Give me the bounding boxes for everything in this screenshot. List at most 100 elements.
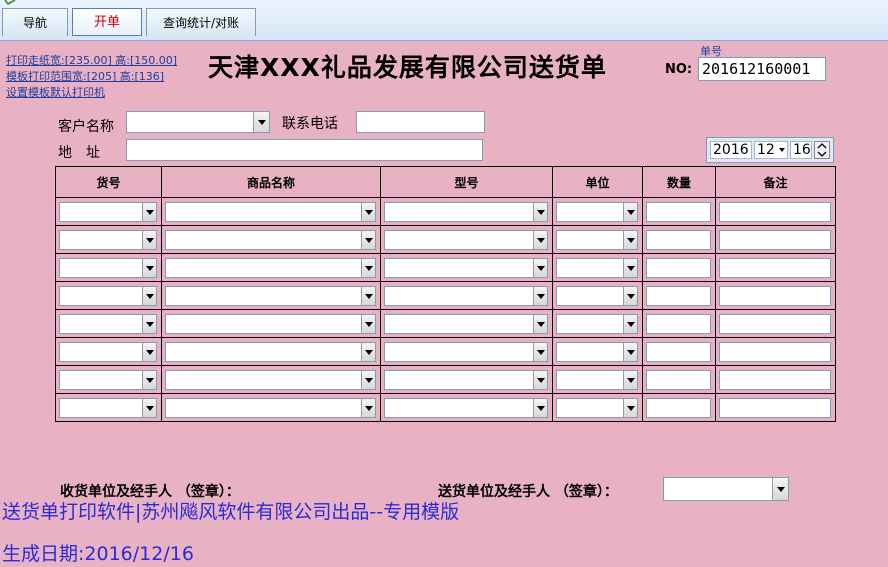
remarks-input[interactable]: [719, 342, 831, 362]
quantity-input[interactable]: [646, 370, 711, 390]
chevron-down-icon[interactable]: [623, 259, 637, 277]
chevron-down-icon[interactable]: [361, 203, 375, 221]
unit-combo[interactable]: [556, 230, 638, 250]
chevron-down-icon[interactable]: [533, 343, 547, 361]
chevron-down-icon[interactable]: [623, 399, 637, 417]
model-combo[interactable]: [384, 398, 548, 418]
remarks-input[interactable]: [719, 230, 831, 250]
chevron-down-icon[interactable]: [142, 287, 156, 305]
set-default-printer-link[interactable]: 设置模板默认打印机: [6, 84, 105, 100]
quantity-input[interactable]: [646, 286, 711, 306]
quantity-input[interactable]: [646, 230, 711, 250]
chevron-down-icon[interactable]: [361, 343, 375, 361]
tab-bar: 导航 开单 查询统计/对账: [0, 0, 888, 41]
model-combo[interactable]: [384, 314, 548, 334]
chevron-down-icon[interactable]: [361, 399, 375, 417]
chevron-down-icon[interactable]: [142, 399, 156, 417]
tab-query-statistics[interactable]: 查询统计/对账: [146, 8, 256, 36]
item-no-combo[interactable]: [59, 258, 157, 278]
item-no-combo[interactable]: [59, 314, 157, 334]
item-no-combo[interactable]: [59, 398, 157, 418]
quantity-input[interactable]: [646, 342, 711, 362]
sender-signature-combo[interactable]: [663, 477, 789, 501]
tab-navigation[interactable]: 导航: [2, 8, 68, 36]
product-name-combo[interactable]: [165, 258, 376, 278]
chevron-down-icon[interactable]: [253, 112, 269, 132]
date-month[interactable]: 12: [754, 141, 788, 159]
chevron-down-icon[interactable]: [142, 203, 156, 221]
chevron-down-icon[interactable]: [361, 315, 375, 333]
product-name-combo[interactable]: [165, 314, 376, 334]
unit-combo[interactable]: [556, 398, 638, 418]
item-no-combo[interactable]: [59, 342, 157, 362]
chevron-down-icon[interactable]: [533, 287, 547, 305]
item-no-combo[interactable]: [59, 370, 157, 390]
unit-combo[interactable]: [556, 202, 638, 222]
chevron-down-icon[interactable]: [361, 287, 375, 305]
print-paper-size-link[interactable]: 打印走纸宽:[235.00] 高:[150.00]: [6, 52, 177, 68]
chevron-down-icon[interactable]: [142, 371, 156, 389]
customer-name-combo[interactable]: [126, 111, 270, 133]
chevron-down-icon[interactable]: [623, 231, 637, 249]
model-combo[interactable]: [384, 258, 548, 278]
chevron-down-icon[interactable]: [533, 371, 547, 389]
chevron-down-icon[interactable]: [623, 343, 637, 361]
model-combo[interactable]: [384, 202, 548, 222]
chevron-down-icon[interactable]: [533, 315, 547, 333]
remarks-input[interactable]: [719, 202, 831, 222]
product-name-combo[interactable]: [165, 286, 376, 306]
item-no-combo[interactable]: [59, 202, 157, 222]
chevron-down-icon[interactable]: [772, 478, 788, 500]
chevron-down-icon[interactable]: [142, 315, 156, 333]
chevron-down-icon[interactable]: [142, 259, 156, 277]
quantity-input[interactable]: [646, 258, 711, 278]
model-combo[interactable]: [384, 230, 548, 250]
item-no-combo[interactable]: [59, 230, 157, 250]
chevron-down-icon[interactable]: [361, 371, 375, 389]
chevron-down-icon[interactable]: [623, 371, 637, 389]
date-day[interactable]: 16: [790, 141, 812, 159]
model-combo[interactable]: [384, 342, 548, 362]
model-combo[interactable]: [384, 286, 548, 306]
phone-input[interactable]: [356, 111, 485, 133]
quantity-input[interactable]: [646, 398, 711, 418]
unit-combo[interactable]: [556, 342, 638, 362]
chevron-down-icon[interactable]: [361, 259, 375, 277]
date-picker[interactable]: 2016 12 16: [706, 137, 834, 163]
address-input[interactable]: [126, 139, 483, 161]
chevron-down-icon[interactable]: [623, 203, 637, 221]
product-name-combo[interactable]: [165, 342, 376, 362]
quantity-input[interactable]: [646, 314, 711, 334]
chevron-down-icon[interactable]: [533, 399, 547, 417]
model-combo[interactable]: [384, 370, 548, 390]
date-year[interactable]: 2016: [710, 141, 752, 159]
chevron-down-icon[interactable]: [533, 259, 547, 277]
remarks-input[interactable]: [719, 370, 831, 390]
unit-combo[interactable]: [556, 258, 638, 278]
remarks-input[interactable]: [719, 314, 831, 334]
chevron-down-icon[interactable]: [779, 148, 785, 152]
product-name-combo[interactable]: [165, 230, 376, 250]
chevron-down-icon[interactable]: [533, 231, 547, 249]
remarks-input[interactable]: [719, 398, 831, 418]
quantity-input[interactable]: [646, 202, 711, 222]
item-no-combo[interactable]: [59, 286, 157, 306]
remarks-input[interactable]: [719, 258, 831, 278]
product-name-combo[interactable]: [165, 370, 376, 390]
product-name-combo[interactable]: [165, 202, 376, 222]
chevron-down-icon[interactable]: [142, 231, 156, 249]
unit-combo[interactable]: [556, 314, 638, 334]
product-name-combo[interactable]: [165, 398, 376, 418]
chevron-down-icon[interactable]: [533, 203, 547, 221]
chevron-down-icon[interactable]: [142, 343, 156, 361]
spinner-icon[interactable]: [814, 141, 830, 159]
unit-combo[interactable]: [556, 370, 638, 390]
chevron-down-icon[interactable]: [623, 287, 637, 305]
chevron-down-icon[interactable]: [623, 315, 637, 333]
tab-new-order[interactable]: 开单: [72, 8, 142, 36]
chevron-down-icon[interactable]: [361, 231, 375, 249]
unit-combo[interactable]: [556, 286, 638, 306]
template-print-range-link[interactable]: 模板打印范围宽:[205] 高:[136]: [6, 68, 164, 84]
remarks-input[interactable]: [719, 286, 831, 306]
order-number-field[interactable]: 201612160001: [698, 57, 826, 81]
